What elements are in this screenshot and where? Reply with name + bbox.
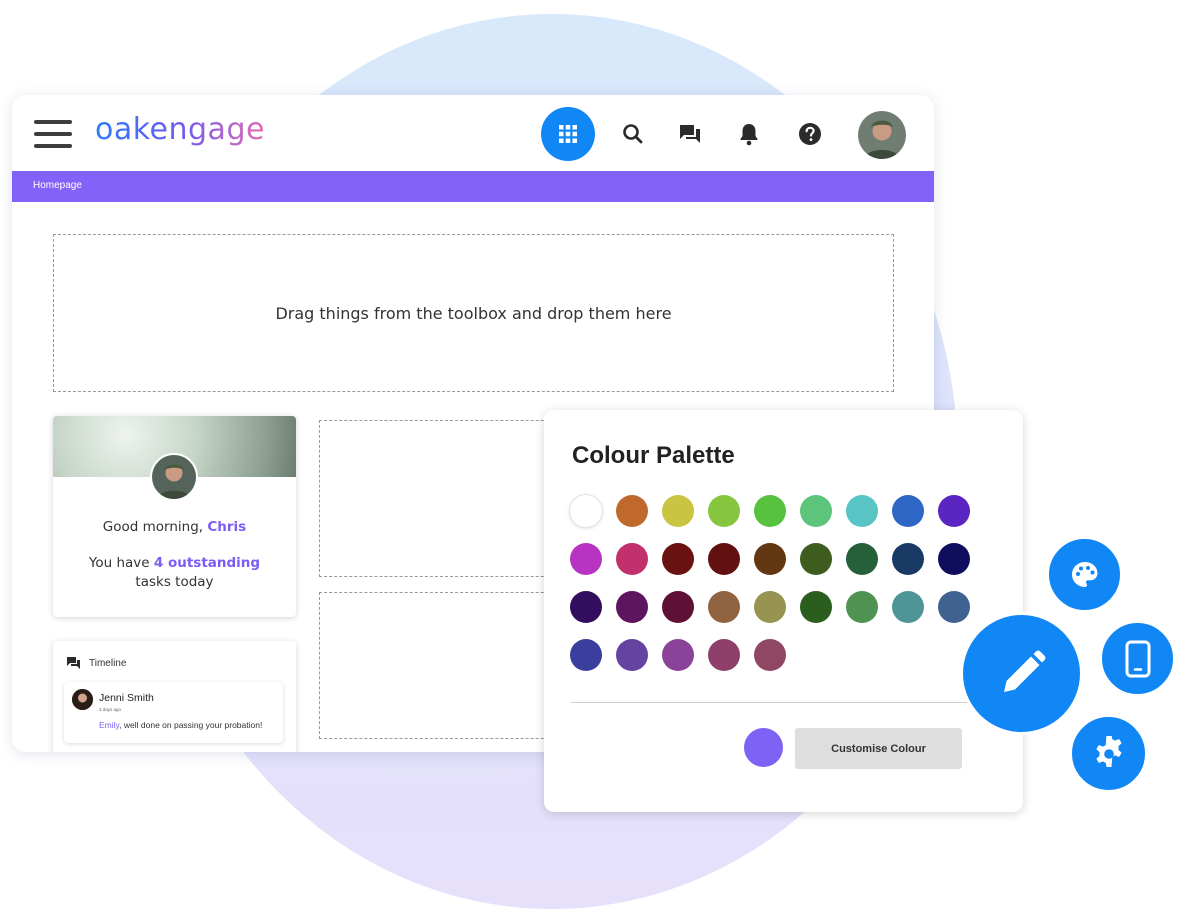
colour-swatch[interactable] xyxy=(708,495,740,527)
colour-swatch[interactable] xyxy=(570,543,602,575)
colour-swatch[interactable] xyxy=(754,591,786,623)
welcome-card: Good morning, Chris You have 4 outstandi… xyxy=(53,416,296,617)
colour-swatch[interactable] xyxy=(616,495,648,527)
breadcrumb-bar: Homepage xyxy=(12,171,934,202)
colour-swatch[interactable] xyxy=(892,543,924,575)
greeting-text: Good morning, Chris xyxy=(53,519,296,535)
colour-swatch[interactable] xyxy=(754,543,786,575)
tasks-count-link[interactable]: 4 outstanding xyxy=(154,555,260,571)
colour-swatch[interactable] xyxy=(570,591,602,623)
colour-swatch[interactable] xyxy=(800,495,832,527)
tasks-summary: You have 4 outstanding tasks today xyxy=(53,554,296,592)
widget-dropzone-tertiary[interactable] xyxy=(319,592,579,739)
mobile-fab-button[interactable] xyxy=(1099,620,1176,697)
tasks-prefix: You have xyxy=(88,555,154,571)
search-icon[interactable] xyxy=(620,121,646,147)
colour-swatch[interactable] xyxy=(662,639,694,671)
colour-swatch[interactable] xyxy=(662,543,694,575)
timeline-item-message: Emily, well done on passing your probati… xyxy=(99,720,262,730)
colour-swatch[interactable] xyxy=(616,543,648,575)
timeline-item-avatar xyxy=(72,689,93,710)
colour-swatch[interactable] xyxy=(892,495,924,527)
colour-swatch[interactable] xyxy=(570,495,602,527)
timeline-item-mention[interactable]: Emily xyxy=(99,720,119,730)
colour-swatch[interactable] xyxy=(662,591,694,623)
colour-swatch[interactable] xyxy=(846,543,878,575)
colour-swatch[interactable] xyxy=(892,591,924,623)
colour-swatch[interactable] xyxy=(938,495,970,527)
settings-fab-button[interactable] xyxy=(1069,714,1148,793)
current-colour-swatch[interactable] xyxy=(744,728,783,767)
apps-grid-button[interactable] xyxy=(541,107,595,161)
tasks-suffix: tasks today xyxy=(135,574,214,590)
greeting-prefix: Good morning, xyxy=(102,519,208,535)
colour-swatch[interactable] xyxy=(938,591,970,623)
help-icon[interactable] xyxy=(797,121,823,147)
colour-swatch[interactable] xyxy=(708,639,740,671)
colour-swatch[interactable] xyxy=(800,591,832,623)
colour-swatch[interactable] xyxy=(570,639,602,671)
app-logo[interactable]: oakengage xyxy=(95,112,265,147)
colour-swatch[interactable] xyxy=(846,591,878,623)
colour-swatch[interactable] xyxy=(800,543,832,575)
timeline-item-time: 3 days ago xyxy=(99,707,122,712)
breadcrumb-homepage[interactable]: Homepage xyxy=(33,180,82,191)
widget-dropzone-secondary[interactable] xyxy=(319,420,579,577)
timeline-item[interactable]: Jenni Smith 3 days ago Emily, well done … xyxy=(64,682,283,743)
apps-grid-icon xyxy=(559,125,577,143)
swatch-grid xyxy=(570,495,980,671)
dropzone-hint: Drag things from the toolbox and drop th… xyxy=(275,303,672,323)
top-navigation-bar: oakengage xyxy=(12,95,934,171)
colour-swatch[interactable] xyxy=(846,495,878,527)
mobile-icon xyxy=(1125,640,1150,677)
greeting-user-name: Chris xyxy=(207,519,247,535)
edit-fab-button[interactable] xyxy=(960,612,1083,735)
colour-swatch[interactable] xyxy=(708,543,740,575)
bell-icon[interactable] xyxy=(736,121,762,147)
colour-swatch[interactable] xyxy=(662,495,694,527)
colour-palette-panel: Colour Palette Customise Colour xyxy=(544,410,1023,812)
timeline-item-text: , well done on passing your probation! xyxy=(119,720,263,730)
timeline-title: Timeline xyxy=(89,658,127,669)
colour-swatch[interactable] xyxy=(754,495,786,527)
colour-swatch[interactable] xyxy=(616,591,648,623)
settings-gear-icon xyxy=(1095,735,1122,767)
timeline-item-author: Jenni Smith xyxy=(99,692,154,704)
welcome-avatar xyxy=(150,453,198,501)
menu-icon[interactable] xyxy=(34,120,72,148)
colour-swatch[interactable] xyxy=(754,639,786,671)
palette-title: Colour Palette xyxy=(572,442,735,469)
timeline-card: Timeline Jenni Smith 3 days ago Emily, w… xyxy=(53,641,296,752)
palette-divider xyxy=(571,702,997,703)
palette-icon xyxy=(1071,561,1097,587)
colour-swatch[interactable] xyxy=(938,543,970,575)
colour-swatch[interactable] xyxy=(616,639,648,671)
customise-colour-button[interactable]: Customise Colour xyxy=(795,728,962,769)
colour-swatch[interactable] xyxy=(708,591,740,623)
chat-icon[interactable] xyxy=(677,121,703,147)
widget-dropzone[interactable]: Drag things from the toolbox and drop th… xyxy=(53,234,894,392)
edit-pencil-icon xyxy=(1003,650,1045,692)
timeline-chat-icon xyxy=(67,657,80,669)
palette-fab-button[interactable] xyxy=(1046,536,1123,613)
user-avatar[interactable] xyxy=(858,111,906,159)
